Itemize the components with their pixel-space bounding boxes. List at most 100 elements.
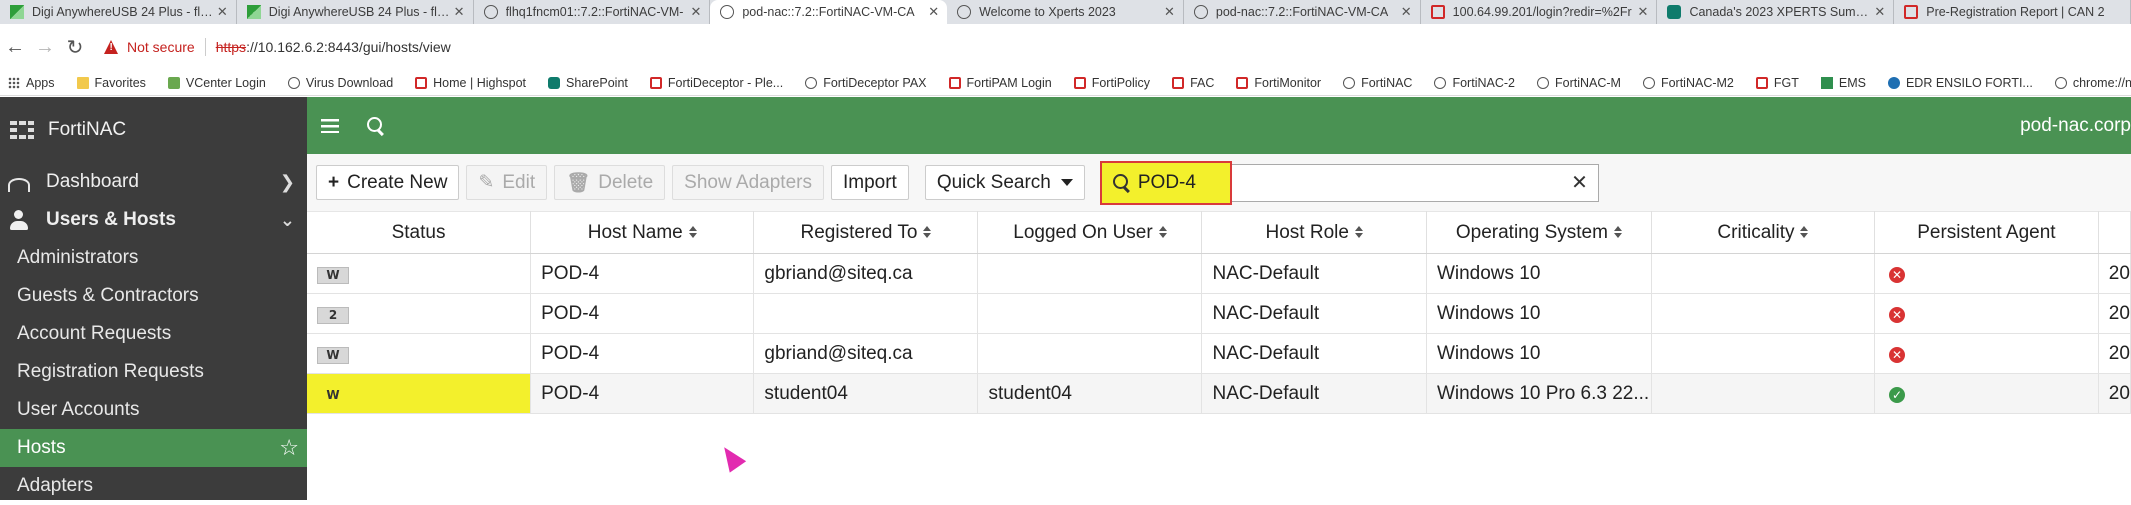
star-icon[interactable]: ☆ <box>279 435 299 461</box>
column-header-logged-on-user[interactable]: Logged On User <box>977 211 1203 254</box>
show-adapters-button[interactable]: Show Adapters <box>672 165 824 200</box>
browser-tab[interactable]: Welcome to Xperts 2023 ✕ <box>947 0 1184 24</box>
error-icon: ✕ <box>1889 266 1906 283</box>
persistent-agent-cell: ✕ <box>1874 253 2099 294</box>
host-role-cell: NAC-Default <box>1201 253 1427 294</box>
column-header-extra[interactable] <box>2098 211 2131 254</box>
bookmark[interactable]: Home | Highspot <box>415 76 526 90</box>
sidebar-item-guests[interactable]: Guests & Contractors <box>0 277 307 315</box>
browser-tab[interactable]: flhq1fncm01::7.2::FortiNAC-VM- ✕ <box>474 0 711 24</box>
delete-button[interactable]: 🗑 Delete <box>554 165 666 200</box>
bookmark[interactable]: FortiNAC <box>1343 76 1412 90</box>
import-button[interactable]: Import <box>830 165 909 200</box>
close-icon[interactable]: ✕ <box>217 4 228 20</box>
close-icon[interactable]: ✕ <box>1164 4 1175 20</box>
column-header-host-role[interactable]: Host Role <box>1201 211 1427 254</box>
extra-cell: 20 <box>2098 253 2131 294</box>
bookmark[interactable]: VCenter Login <box>167 76 266 90</box>
close-icon[interactable]: ✕ <box>690 4 701 20</box>
search-icon[interactable] <box>367 116 385 135</box>
browser-tab[interactable]: Canada's 2023 XPERTS Summit ✕ <box>1657 0 1895 24</box>
browser-tab[interactable]: 100.64.99.201/login?redir=%2Fr ✕ <box>1421 0 1658 24</box>
sidebar-item-account-requests[interactable]: Account Requests <box>0 315 307 353</box>
bookmark[interactable]: FortiNAC-M <box>1536 76 1621 90</box>
reload-icon[interactable]: ↻ <box>60 35 90 60</box>
browser-tab[interactable]: Pre-Registration Report | CAN 2 <box>1894 0 2131 24</box>
bookmark[interactable]: FortiDeceptor PAX <box>805 76 927 90</box>
search-icon <box>1112 173 1132 193</box>
browser-tab[interactable]: Digi AnywhereUSB 24 Plus - flhq ✕ <box>237 0 474 24</box>
registered-to-cell <box>753 293 979 334</box>
status-cell: W <box>307 253 532 294</box>
table-row[interactable]: W POD-4 gbriand@siteq.ca NAC-Default Win… <box>307 333 2131 374</box>
bookmark[interactable]: EMS <box>1820 76 1866 90</box>
close-icon[interactable]: ✕ <box>1874 4 1885 20</box>
browser-tab[interactable]: pod-nac::7.2::FortiNAC-VM-CA ✕ <box>1184 0 1421 24</box>
sidebar-item-registration-requests[interactable]: Registration Requests <box>0 353 307 391</box>
sidebar-item-user-accounts[interactable]: User Accounts <box>0 391 307 429</box>
hamburger-menu-icon[interactable] <box>321 118 339 133</box>
registered-to-cell: gbriand@siteq.ca <box>753 253 979 294</box>
column-header-registered-to[interactable]: Registered To <box>753 211 979 254</box>
warning-icon <box>104 40 119 54</box>
criticality-cell <box>1651 253 1876 294</box>
table-row[interactable]: W POD-4 gbriand@siteq.ca NAC-Default Win… <box>307 253 2131 294</box>
bookmark[interactable]: EDR ENSILO FORTI... <box>1887 76 2033 90</box>
column-header-operating-system[interactable]: Operating System <box>1426 211 1652 254</box>
forward-icon[interactable]: → <box>30 36 60 59</box>
globe-icon <box>2054 76 2067 89</box>
search-input[interactable]: POD-4 ✕ <box>1099 160 1599 205</box>
bookmark[interactable]: Virus Download <box>287 76 393 90</box>
sidebar-item-hosts[interactable]: Hosts ☆ <box>0 429 307 467</box>
close-icon[interactable]: ✕ <box>454 4 465 20</box>
host-role-cell: NAC-Default <box>1201 333 1427 374</box>
browser-tab-active[interactable]: pod-nac::7.2::FortiNAC-VM-CA ✕ <box>710 0 948 24</box>
close-icon[interactable]: ✕ <box>928 4 939 20</box>
bookmark[interactable]: FGT <box>1755 76 1799 90</box>
column-header-status[interactable]: Status <box>307 211 532 254</box>
globe-icon <box>957 5 972 19</box>
sidebar-item-users-hosts[interactable]: Users & Hosts ⌄ <box>0 201 307 239</box>
address-bar[interactable]: Not secure https://10.162.6.2:8443/gui/h… <box>104 38 451 56</box>
bookmark-apps[interactable]: Apps <box>8 76 55 90</box>
column-header-host-name[interactable]: Host Name <box>530 211 755 254</box>
vcenter-icon <box>167 76 180 89</box>
brand-name: FortiNAC <box>48 119 127 140</box>
browser-tab[interactable]: Digi AnywhereUSB 24 Plus - flhq ✕ <box>0 0 237 24</box>
bookmark[interactable]: FAC <box>1172 76 1214 90</box>
bookmark[interactable]: chrome://net-intern... <box>2054 76 2131 90</box>
column-header-criticality[interactable]: Criticality <box>1651 211 1876 254</box>
create-new-button[interactable]: + Create New <box>316 165 460 200</box>
edit-button[interactable]: ✎ Edit <box>466 165 548 200</box>
bookmark-favorites[interactable]: Favorites <box>76 76 146 90</box>
bookmark[interactable]: SharePoint <box>548 76 628 90</box>
bookmark[interactable]: FortiPolicy <box>1073 76 1150 90</box>
sidebar-item-label: Users & Hosts <box>46 209 176 230</box>
plus-icon: + <box>328 171 340 193</box>
close-icon[interactable]: ✕ <box>1401 4 1412 20</box>
sidebar-item-administrators[interactable]: Administrators <box>0 239 307 277</box>
bookmark[interactable]: FortiMonitor <box>1236 76 1321 90</box>
browser-tab-strip: Digi AnywhereUSB 24 Plus - flhq ✕ Digi An… <box>0 0 2131 24</box>
sidebar-item-adapters[interactable]: Adapters <box>0 467 307 505</box>
hosts-table: Status Host Name Registered To Logged On… <box>307 211 2131 414</box>
sidebar-item-dashboard[interactable]: Dashboard ❯ <box>0 163 307 201</box>
globe-icon <box>287 76 300 89</box>
bookmark[interactable]: FortiNAC-M2 <box>1642 76 1734 90</box>
bookmark[interactable]: FortiPAM Login <box>948 76 1052 90</box>
globe-icon <box>1642 76 1655 89</box>
column-header-persistent-agent[interactable]: Persistent Agent <box>1874 211 2099 254</box>
bookmark[interactable]: FortiDeceptor - Ple... <box>649 76 783 90</box>
back-icon[interactable]: ← <box>0 36 30 59</box>
bookmark[interactable]: FortiNAC-2 <box>1434 76 1515 90</box>
quick-search-dropdown[interactable]: Quick Search <box>924 165 1085 200</box>
security-label: Not secure <box>127 39 195 55</box>
top-bar: pod-nac.corp <box>307 97 2131 154</box>
close-icon[interactable]: ✕ <box>1638 4 1649 20</box>
clear-icon[interactable]: ✕ <box>1571 170 1588 195</box>
chevron-right-icon: ❯ <box>279 171 295 192</box>
table-row[interactable]: 2 POD-4 NAC-Default Windows 10 ✕ 20 <box>307 293 2131 334</box>
table-row[interactable]: W POD-4 student04 student04 NAC-Default … <box>307 373 2131 414</box>
criticality-cell <box>1651 333 1876 374</box>
sidebar: FortiNAC Dashboard ❯ Users & Hosts ⌄ Adm… <box>0 97 307 500</box>
